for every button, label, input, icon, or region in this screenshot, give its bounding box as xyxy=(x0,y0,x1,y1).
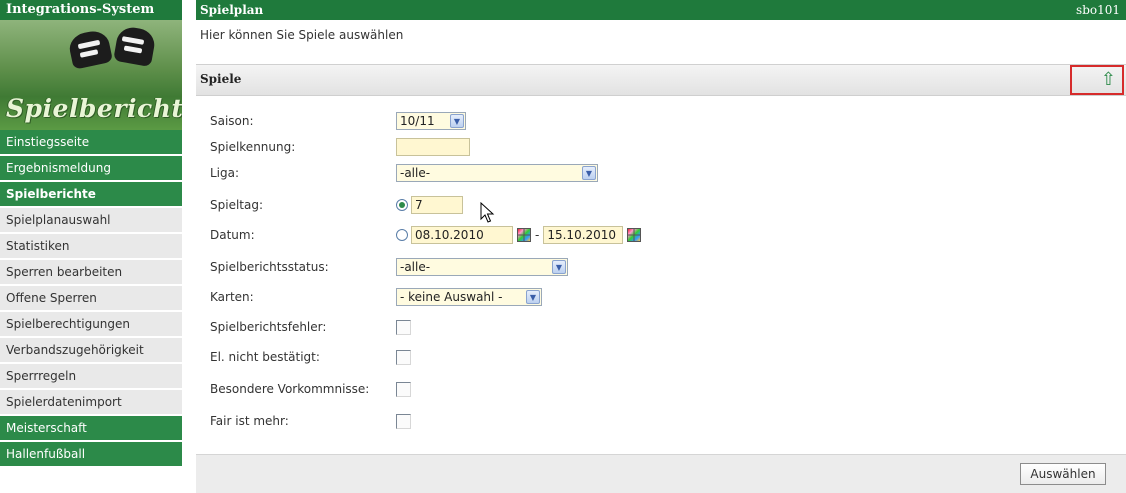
sidebar-item-spielberichte[interactable]: Spielberichte xyxy=(0,182,182,208)
filter-form: Saison: 10/11 ▼ Spielkennung: Liga: -all… xyxy=(196,96,1126,454)
sidebar-item-ergebnismeldung[interactable]: Ergebnismeldung xyxy=(0,156,182,182)
select-button[interactable]: Auswählen xyxy=(1020,463,1106,485)
vorkommnisse-checkbox[interactable] xyxy=(396,381,411,397)
saison-label: Saison: xyxy=(210,114,254,128)
liga-label: Liga: xyxy=(210,166,240,180)
status-value: -alle- xyxy=(400,260,431,274)
karten-select[interactable]: - keine Auswahl - ▼ xyxy=(396,288,542,306)
sidebar-item-spielerdatenimport[interactable]: Spielerdatenimport xyxy=(0,390,182,416)
sidebar-item-spielberechtigungen[interactable]: Spielberechtigungen xyxy=(0,312,182,338)
app-brand: Integrations-System xyxy=(0,0,182,20)
sidebar-nav: Einstiegsseite Ergebnismeldung Spielberich… xyxy=(0,130,182,468)
nicht-bestaetigt-checkbox[interactable] xyxy=(396,349,411,365)
spieltag-radio[interactable] xyxy=(396,199,408,211)
datum-to-input[interactable]: 15.10.2010 xyxy=(543,226,624,244)
user-name: sbo101 xyxy=(1076,3,1120,17)
banner-image: Spielbericht xyxy=(0,20,182,130)
datum-label: Datum: xyxy=(210,228,255,242)
karten-label: Karten: xyxy=(210,290,254,304)
saison-select[interactable]: 10/11 ▼ xyxy=(396,112,466,130)
saison-value: 10/11 xyxy=(400,114,435,128)
spielkennung-input[interactable] xyxy=(396,138,470,156)
nicht-bestaetigt-label: El. nicht bestätigt: xyxy=(210,350,320,364)
up-arrow-icon: ⇧ xyxy=(1100,69,1116,90)
calendar-icon[interactable] xyxy=(517,228,531,242)
mouse-cursor-icon xyxy=(480,202,495,223)
fehler-checkbox[interactable] xyxy=(396,319,411,335)
form-footer: Auswählen xyxy=(196,454,1126,493)
sidebar-item-einstiegsseite[interactable]: Einstiegsseite xyxy=(0,130,182,156)
sidebar-item-sperren-bearbeiten[interactable]: Sperren bearbeiten xyxy=(0,260,182,286)
datum-radio[interactable] xyxy=(396,229,408,241)
sidebar-item-verbandszugeh-rigkeit[interactable]: Verbandszugehörigkeit xyxy=(0,338,182,364)
sidebar-item-offene-sperren[interactable]: Offene Sperren xyxy=(0,286,182,312)
chevron-down-icon: ▼ xyxy=(552,260,566,274)
section-header: Spiele ⇧ xyxy=(196,64,1126,96)
fair-checkbox[interactable] xyxy=(396,413,411,429)
banner-logo-text: Spielbericht xyxy=(6,94,182,123)
sidebar-item-spielplanauswahl[interactable]: Spielplanauswahl xyxy=(0,208,182,234)
football-boot-icon xyxy=(66,28,114,70)
sidebar-item-sperrregeln[interactable]: Sperrregeln xyxy=(0,364,182,390)
chevron-down-icon: ▼ xyxy=(526,290,540,304)
calendar-icon[interactable] xyxy=(627,228,642,242)
up-button[interactable]: ⇧ xyxy=(1070,65,1124,95)
karten-value: - keine Auswahl - xyxy=(400,290,503,304)
chevron-down-icon: ▼ xyxy=(582,166,596,180)
datum-separator: - xyxy=(535,228,540,242)
status-label: Spielberichtsstatus: xyxy=(210,260,329,274)
section-title: Spiele xyxy=(200,72,242,86)
spielkennung-label: Spielkennung: xyxy=(210,140,296,154)
radio-selected-dot xyxy=(399,202,405,208)
fehler-label: Spielberichtsfehler: xyxy=(210,320,327,334)
chevron-down-icon: ▼ xyxy=(450,114,464,128)
datum-from-input[interactable]: 08.10.2010 xyxy=(411,226,513,244)
spieltag-input[interactable]: 7 xyxy=(411,196,463,214)
status-select[interactable]: -alle- ▼ xyxy=(396,258,568,276)
sidebar-item-hallenfu-ball[interactable]: Hallenfußball xyxy=(0,442,182,468)
sidebar-item-statistiken[interactable]: Statistiken xyxy=(0,234,182,260)
fair-label: Fair ist mehr: xyxy=(210,414,289,428)
spieltag-label: Spieltag: xyxy=(210,198,264,212)
sidebar: Integrations-System Spielbericht Einstie… xyxy=(0,0,182,492)
main-content: Spielplan sbo101 Hier können Sie Spiele … xyxy=(196,0,1126,493)
vorkommnisse-label: Besondere Vorkommnisse: xyxy=(210,382,370,396)
liga-select[interactable]: -alle- ▼ xyxy=(396,164,598,182)
page-subtitle: Hier können Sie Spiele auswählen xyxy=(200,28,404,42)
football-boot-icon xyxy=(113,24,157,68)
page-header: Spielplan sbo101 xyxy=(196,0,1126,20)
page-title: Spielplan xyxy=(200,3,264,17)
liga-value: -alle- xyxy=(400,166,431,180)
sidebar-item-meisterschaft[interactable]: Meisterschaft xyxy=(0,416,182,442)
